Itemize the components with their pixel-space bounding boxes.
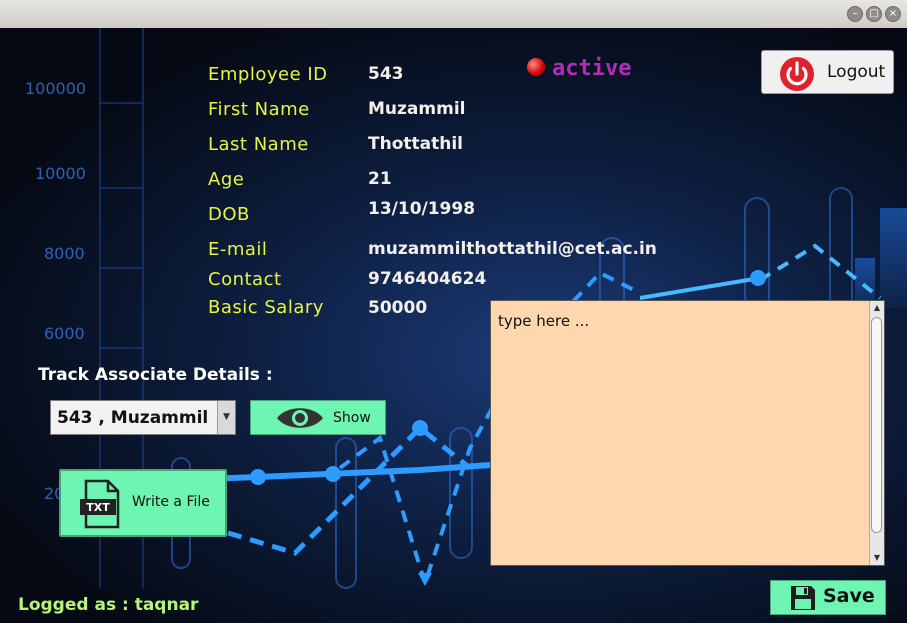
associate-select-value: 543 , Muzammil bbox=[57, 408, 209, 428]
last-name-value: Thottathil bbox=[368, 134, 463, 154]
write-file-label: Write a File bbox=[132, 494, 210, 510]
status-text: active bbox=[552, 56, 632, 81]
track-associate-label: Track Associate Details : bbox=[38, 365, 273, 385]
logout-label: Logout bbox=[827, 62, 886, 82]
axis-tick-label: 10000 bbox=[35, 164, 86, 183]
axis-tick-label: 6000 bbox=[44, 324, 85, 343]
email-value: muzammilthottathil@cet.ac.in bbox=[368, 239, 657, 259]
notes-placeholder: type here ... bbox=[498, 312, 590, 330]
maximize-icon[interactable]: □ bbox=[866, 6, 882, 22]
window-titlebar: – □ × bbox=[0, 0, 907, 29]
notes-textarea[interactable]: type here ... ▲ ▼ bbox=[490, 300, 885, 566]
floppy-disk-icon bbox=[791, 586, 815, 610]
first-name-value: Muzammil bbox=[368, 99, 466, 119]
axis-tick-label: 100000 bbox=[25, 79, 87, 98]
scrollbar-thumb[interactable] bbox=[871, 317, 882, 533]
contact-label: Contact bbox=[208, 269, 282, 290]
notes-scrollbar[interactable]: ▲ ▼ bbox=[869, 301, 884, 565]
basic-salary-label: Basic Salary bbox=[208, 297, 324, 318]
contact-value: 9746404624 bbox=[368, 269, 487, 289]
eye-icon bbox=[277, 408, 323, 428]
save-button[interactable]: Save bbox=[770, 580, 886, 615]
axis-tick-label: 8000 bbox=[44, 244, 85, 263]
chevron-down-icon[interactable]: ▼ bbox=[217, 401, 235, 434]
dob-label: DOB bbox=[208, 204, 250, 225]
logged-as-label: Logged as : bbox=[18, 595, 129, 615]
age-label: Age bbox=[208, 169, 245, 190]
scroll-up-icon[interactable]: ▲ bbox=[870, 301, 884, 315]
logout-button[interactable]: Logout bbox=[761, 50, 894, 94]
logged-user-name: taqnar bbox=[134, 595, 199, 615]
employee-id-label: Employee ID bbox=[208, 64, 328, 85]
first-name-label: First Name bbox=[208, 99, 310, 120]
main-panel: 100000 10000 8000 6000 20 Employee ID 54… bbox=[0, 28, 907, 623]
txt-icon-label: TXT bbox=[86, 501, 110, 514]
write-file-button[interactable]: TXT Write a File bbox=[59, 469, 227, 537]
status-indicator-icon bbox=[527, 58, 545, 76]
associate-select[interactable]: 543 , Muzammil ▼ bbox=[50, 400, 236, 435]
email-label: E-mail bbox=[208, 239, 268, 260]
show-label: Show bbox=[333, 410, 371, 426]
show-button[interactable]: Show bbox=[250, 400, 386, 435]
txt-file-icon: TXT bbox=[80, 479, 120, 529]
logged-in-status: Logged as : taqnar bbox=[18, 595, 198, 615]
power-icon bbox=[780, 57, 814, 91]
close-icon[interactable]: × bbox=[885, 6, 901, 22]
age-value: 21 bbox=[368, 169, 392, 189]
minimize-icon[interactable]: – bbox=[847, 6, 863, 22]
scroll-down-icon[interactable]: ▼ bbox=[870, 551, 884, 565]
save-label: Save bbox=[823, 585, 875, 607]
dob-value: 13/10/1998 bbox=[368, 199, 476, 219]
basic-salary-value: 50000 bbox=[368, 298, 428, 318]
last-name-label: Last Name bbox=[208, 134, 309, 155]
employee-id-value: 543 bbox=[368, 64, 404, 84]
